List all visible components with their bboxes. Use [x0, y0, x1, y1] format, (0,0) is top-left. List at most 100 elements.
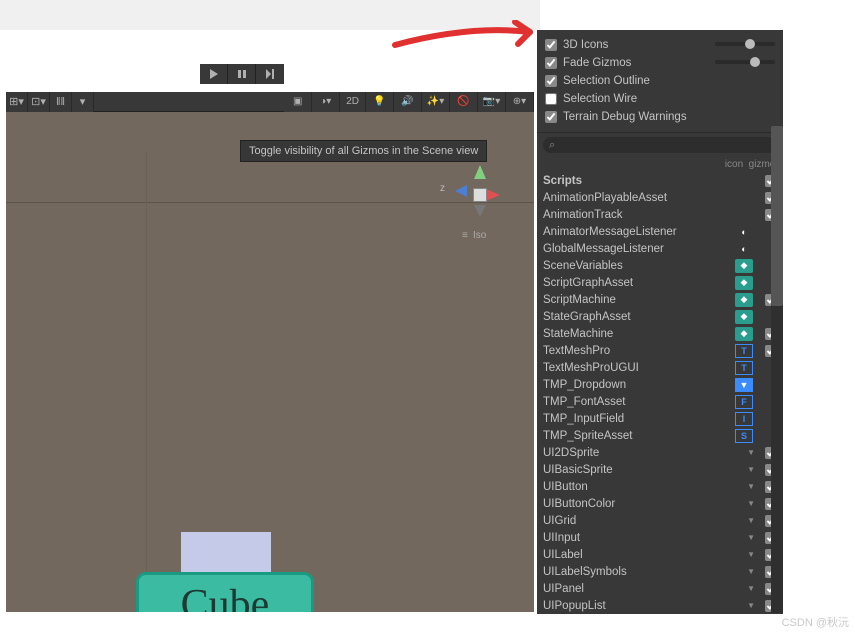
empty-icon[interactable] [735, 191, 753, 205]
projection-label[interactable]: Iso [462, 230, 486, 241]
play-button[interactable] [200, 64, 228, 84]
gizmos-toggle-icon[interactable]: ⊕▾ [506, 92, 534, 112]
list-item[interactable]: TextMeshProUGUIT [537, 359, 783, 376]
2d-toggle[interactable]: 2D [340, 92, 366, 112]
list-item[interactable]: TMP_Dropdown▼ [537, 376, 783, 393]
y-axis-cone[interactable] [474, 165, 486, 179]
option-checkbox[interactable] [545, 57, 557, 69]
chevron-down-icon[interactable]: ▼ [747, 448, 755, 457]
tmp-f-icon[interactable]: F [735, 395, 753, 409]
list-item[interactable]: UIButtonColor▼ [537, 495, 783, 512]
option-slider[interactable] [715, 60, 775, 64]
list-item[interactable]: TMP_SpriteAssetS [537, 427, 783, 444]
audio-icon[interactable]: 🔊 [394, 92, 422, 112]
empty-icon[interactable] [735, 208, 753, 222]
graph-icon[interactable]: ◆ [735, 259, 753, 273]
gizmo-option[interactable]: Selection Wire [545, 90, 775, 108]
list-item[interactable]: UILabel▼ [537, 546, 783, 563]
listener-icon[interactable]: ◐ [735, 242, 753, 256]
gizmo-center[interactable] [473, 188, 487, 202]
list-item[interactable]: AnimationPlayableAsset [537, 189, 783, 206]
chevron-down-icon[interactable]: ▼ [747, 584, 755, 593]
list-item[interactable]: UILabelSymbols▼ [537, 563, 783, 580]
x-axis-cone[interactable] [486, 189, 500, 201]
gizmo-option[interactable]: 3D Icons [545, 36, 775, 54]
chevron-down-icon[interactable]: ▼ [747, 516, 755, 525]
tmp-t-icon[interactable]: T [735, 344, 753, 358]
list-item[interactable]: StateMachine◆ [537, 325, 783, 342]
list-item[interactable]: AnimationTrack [537, 206, 783, 223]
listener-icon[interactable]: ◐ [735, 225, 753, 239]
empty-icon[interactable] [723, 599, 741, 613]
option-checkbox[interactable] [545, 75, 557, 87]
scrollbar-thumb[interactable] [771, 126, 783, 306]
list-item[interactable]: ScriptMachine◆ [537, 291, 783, 308]
draw-mode-icon[interactable]: ▣ [284, 92, 312, 112]
list-item[interactable]: UIButton▼ [537, 478, 783, 495]
fx-icon[interactable]: ✨▾ [422, 92, 450, 112]
search-input[interactable] [543, 137, 777, 153]
list-item[interactable]: ScriptGraphAsset◆ [537, 274, 783, 291]
graph-icon[interactable]: ◆ [735, 276, 753, 290]
list-item[interactable]: StateGraphAsset◆ [537, 308, 783, 325]
empty-icon[interactable] [723, 565, 741, 579]
z-axis-cone[interactable] [455, 185, 467, 197]
empty-icon[interactable] [723, 497, 741, 511]
list-item[interactable]: TMP_InputFieldI [537, 410, 783, 427]
option-checkbox[interactable] [545, 93, 557, 105]
list-item[interactable]: TextMeshProT [537, 342, 783, 359]
expand-tool-icon[interactable]: ▾ [72, 92, 94, 112]
empty-icon[interactable] [723, 446, 741, 460]
list-item[interactable]: TMP_FontAssetF [537, 393, 783, 410]
list-item[interactable]: UIPanel▼ [537, 580, 783, 597]
option-slider[interactable] [715, 42, 775, 46]
list-item[interactable]: AnimatorMessageListener◐ [537, 223, 783, 240]
pause-button[interactable] [228, 64, 256, 84]
empty-icon[interactable] [723, 531, 741, 545]
chevron-down-icon[interactable]: ▼ [747, 601, 755, 610]
gizmo-option[interactable]: Selection Outline [545, 72, 775, 90]
option-checkbox[interactable] [545, 39, 557, 51]
shaded-mode-icon[interactable]: ◑▾ [312, 92, 340, 112]
graph-icon[interactable]: ◆ [735, 293, 753, 307]
empty-icon[interactable] [723, 582, 741, 596]
hidden-icon[interactable]: 🚫 [450, 92, 478, 112]
list-item[interactable]: UIPopupList▼ [537, 597, 783, 614]
list-item[interactable]: UIInput▼ [537, 529, 783, 546]
chevron-down-icon[interactable]: ▼ [747, 550, 755, 559]
light-icon[interactable]: 💡 [366, 92, 394, 112]
list-item[interactable]: UI2DSprite▼ [537, 444, 783, 461]
gizmo-option[interactable]: Fade Gizmos [545, 54, 775, 72]
graph-icon[interactable]: ◆ [735, 327, 753, 341]
chevron-down-icon[interactable]: ▼ [747, 533, 755, 542]
option-checkbox[interactable] [545, 111, 557, 123]
panel-scrollbar[interactable] [771, 126, 783, 613]
graph-icon[interactable]: ◆ [735, 310, 753, 324]
tmp-s-icon[interactable]: S [735, 429, 753, 443]
orientation-gizmo[interactable]: z [450, 165, 510, 225]
list-item[interactable]: UIBasicSprite▼ [537, 461, 783, 478]
empty-icon[interactable] [723, 514, 741, 528]
neg-y-cone[interactable] [474, 205, 486, 217]
list-item[interactable]: UIGrid▼ [537, 512, 783, 529]
grid-tool-icon[interactable]: ⊞▾ [6, 92, 28, 112]
list-item[interactable]: SceneVariables◆ [537, 257, 783, 274]
empty-icon[interactable] [723, 463, 741, 477]
step-button[interactable] [256, 64, 284, 84]
dropdown-icon[interactable]: ▼ [735, 378, 753, 392]
chevron-down-icon[interactable]: ▼ [747, 482, 755, 491]
chevron-down-icon[interactable]: ▼ [747, 499, 755, 508]
scene-object-label[interactable]: Cube [136, 572, 314, 612]
bars-tool-icon[interactable]: ‖‖ [50, 92, 72, 112]
snap-tool-icon[interactable]: ⊡▾ [28, 92, 50, 112]
list-item[interactable]: GlobalMessageListener◐ [537, 240, 783, 257]
tmp-i-icon[interactable]: I [735, 412, 753, 426]
gizmo-option[interactable]: Terrain Debug Warnings [545, 108, 775, 126]
tmp-t-icon[interactable]: T [735, 361, 753, 375]
list-item-label: AnimationPlayableAsset [543, 192, 735, 204]
chevron-down-icon[interactable]: ▼ [747, 465, 755, 474]
chevron-down-icon[interactable]: ▼ [747, 567, 755, 576]
camera-icon[interactable]: 📷▾ [478, 92, 506, 112]
empty-icon[interactable] [723, 548, 741, 562]
empty-icon[interactable] [723, 480, 741, 494]
